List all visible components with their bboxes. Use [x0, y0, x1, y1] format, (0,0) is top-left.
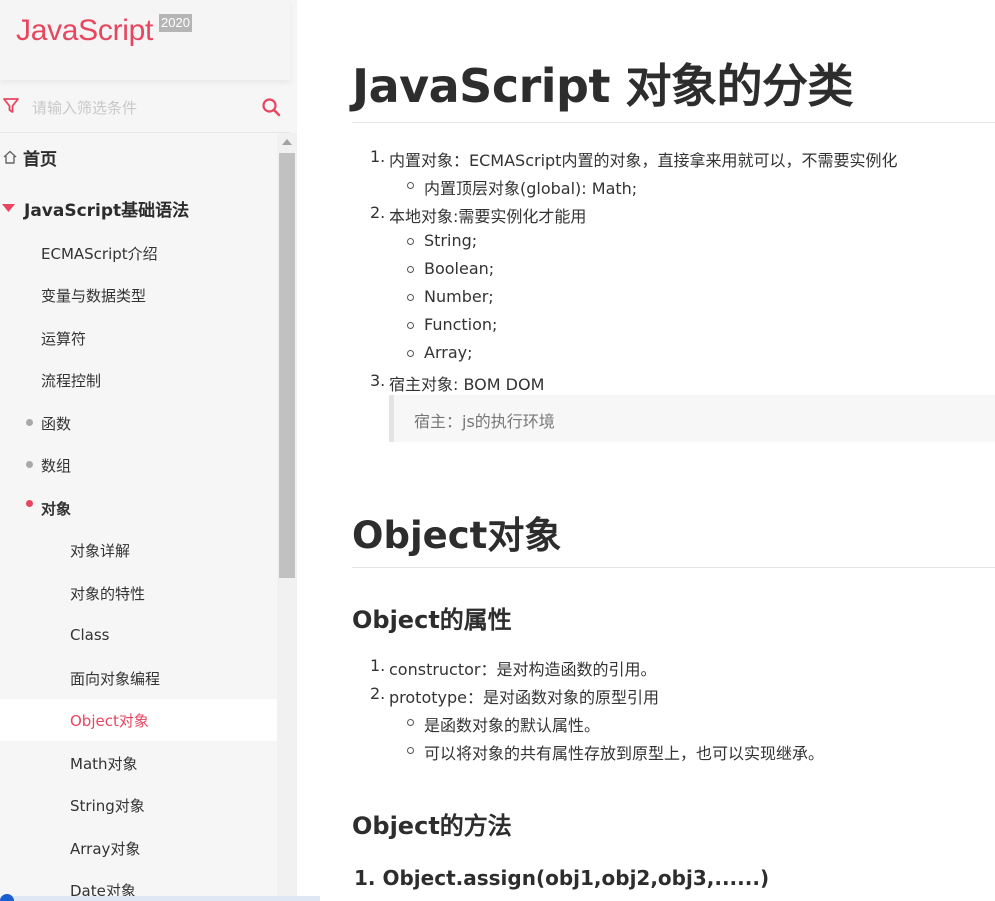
blockquote-text: 宿主：js的执行环境: [414, 412, 555, 431]
page: JavaScript 2020 首页 Jav: [0, 0, 995, 901]
expanded-dot-icon: [26, 500, 33, 507]
sidebar-item-arrays[interactable]: 数组: [0, 444, 277, 486]
bullet-icon: [407, 238, 414, 245]
bottom-strip: [0, 896, 320, 901]
scroll-up-arrow-icon[interactable]: [282, 139, 292, 145]
sidebar-item-label: Math对象: [70, 754, 138, 773]
list-item: constructor：是对构造函数的引用。: [389, 660, 657, 679]
sidebar-item-label: 对象的特性: [70, 584, 146, 603]
list-number: 1.: [370, 656, 386, 675]
bullet-icon: [407, 266, 414, 273]
sidebar-item-label: Class: [70, 626, 110, 644]
sub-list-item: String;: [424, 231, 478, 250]
subsection-title-properties: Object的属性: [352, 606, 512, 634]
sidebar-item-class[interactable]: Class: [0, 614, 277, 656]
sub-list-item: 内置顶层对象(global): Math;: [424, 179, 638, 198]
sub-list-item: Number;: [424, 287, 494, 306]
sidebar-item-label: 函数: [41, 414, 72, 433]
sidebar-item-functions[interactable]: 函数: [0, 402, 277, 444]
list-number: 1.: [370, 147, 386, 166]
sidebar-item-objects[interactable]: 对象: [0, 487, 277, 529]
list-item: prototype：是对函数对象的原型引用: [389, 688, 659, 707]
sidebar-item-label: Object对象: [70, 711, 149, 730]
subsection-title-methods: Object的方法: [352, 812, 512, 840]
sidebar-item-label: 运算符: [41, 329, 87, 348]
sidebar-item-flow-control[interactable]: 流程控制: [0, 359, 277, 401]
brand-year-badge: 2020: [159, 14, 192, 32]
bullet-icon: [407, 182, 414, 189]
collapsed-dot-icon: [26, 419, 33, 426]
sidebar-item-label: 流程控制: [41, 371, 102, 390]
sub-list-item: 是函数对象的默认属性。: [424, 716, 601, 735]
filter-icon: [3, 98, 19, 113]
list-item: 宿主对象: BOM DOM: [389, 375, 545, 394]
sidebar-item-string[interactable]: String对象: [0, 784, 277, 826]
list-number: 3.: [370, 371, 386, 390]
sidebar-item-label: String对象: [70, 796, 145, 815]
sidebar-item-label: 面向对象编程: [70, 669, 161, 688]
collapsed-dot-icon: [26, 461, 33, 468]
brand-header: JavaScript 2020: [0, 0, 290, 80]
sidebar-group-js-basics[interactable]: JavaScript基础语法: [0, 187, 277, 229]
sidebar-item-object-properties[interactable]: 对象的特性: [0, 572, 277, 614]
sidebar-item-label: ECMAScript介绍: [41, 244, 158, 263]
section-divider: [352, 567, 995, 568]
list-item: 本地对象:需要实例化才能用: [389, 207, 587, 226]
sidebar-item-oop[interactable]: 面向对象编程: [0, 657, 277, 699]
sidebar-item-label: 数组: [41, 456, 72, 475]
title-divider: [352, 122, 995, 123]
sidebar-item-label: 首页: [23, 149, 57, 170]
home-icon: [3, 150, 17, 164]
sub-list-item: Function;: [424, 315, 498, 334]
sub-list-item: 可以将对象的共有属性存放到原型上，也可以实现继承。: [424, 744, 825, 763]
page-title: JavaScript 对象的分类: [352, 59, 853, 113]
list-number: 2.: [370, 203, 386, 222]
sub-list-item: Array;: [424, 343, 473, 362]
bullet-icon: [407, 747, 414, 754]
sidebar-item-object-details[interactable]: 对象详解: [0, 529, 277, 571]
list-number: 2.: [370, 684, 386, 703]
caret-down-icon: [2, 204, 15, 212]
filter-input[interactable]: [30, 93, 254, 123]
sidebar-item-label: JavaScript基础语法: [24, 200, 190, 221]
sidebar-item-home[interactable]: 首页: [0, 136, 277, 178]
sidebar-item-variables[interactable]: 变量与数据类型: [0, 274, 277, 316]
bullet-icon: [407, 294, 414, 301]
sidebar-scrollbar-thumb[interactable]: [279, 153, 295, 578]
sidebar-item-operators[interactable]: 运算符: [0, 317, 277, 359]
method-heading: 1. Object.assign(obj1,obj2,obj3,......): [354, 866, 770, 890]
bullet-icon: [407, 719, 414, 726]
blockquote: 宿主：js的执行环境: [389, 395, 995, 442]
bullet-icon: [407, 350, 414, 357]
sub-list-item: Boolean;: [424, 259, 495, 278]
brand-title[interactable]: JavaScript: [16, 14, 153, 48]
sidebar-item-label: Array对象: [70, 839, 141, 858]
sidebar-item-object-object[interactable]: Object对象: [0, 699, 277, 741]
sidebar-item-label: 对象: [41, 499, 72, 518]
sidebar: JavaScript 2020 首页 Jav: [0, 0, 297, 901]
sidebar-item-ecmascript-intro[interactable]: ECMAScript介绍: [0, 232, 277, 274]
section-title: Object对象: [352, 514, 562, 557]
sidebar-item-math[interactable]: Math对象: [0, 742, 277, 784]
list-item: 内置对象：ECMAScript内置的对象，直接拿来用就可以，不需要实例化: [389, 151, 898, 170]
sidebar-item-label: 对象详解: [70, 541, 131, 560]
sidebar-item-label: 变量与数据类型: [41, 286, 147, 305]
search-icon[interactable]: [261, 97, 281, 117]
bullet-icon: [407, 322, 414, 329]
sidebar-item-array[interactable]: Array对象: [0, 827, 277, 869]
browser-badge-icon: [0, 894, 14, 901]
